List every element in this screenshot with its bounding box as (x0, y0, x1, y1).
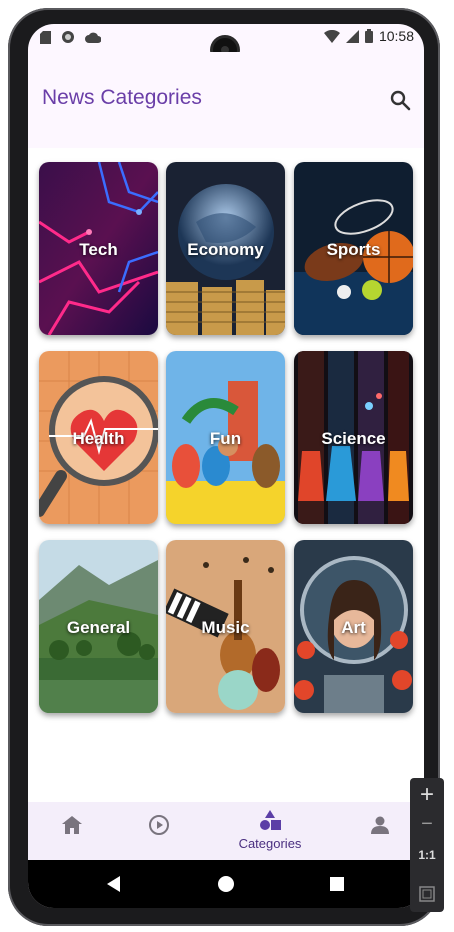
category-card-general[interactable]: General (39, 540, 158, 713)
record-icon (62, 31, 74, 43)
categories-icon (260, 810, 281, 830)
play-circle-icon (149, 815, 169, 835)
fit-screen-icon[interactable] (419, 886, 435, 902)
emulator-zoom-control: + − 1:1 (410, 778, 444, 912)
category-label: Fun (209, 429, 242, 448)
wifi-icon (323, 29, 340, 43)
zoom-in-button[interactable]: + (410, 782, 444, 808)
page-title: News Categories (42, 86, 202, 109)
status-time: 10:58 (378, 28, 414, 44)
category-label: Art (341, 618, 366, 637)
home-icon (62, 816, 82, 834)
category-label: Economy (187, 240, 264, 259)
person-icon (371, 816, 389, 834)
zoom-ratio-button[interactable]: 1:1 (410, 848, 444, 862)
nav-play[interactable] (129, 810, 189, 840)
app-screen: 10:58 News Categories Tech Economy Sport… (28, 24, 424, 908)
category-label: Sports (326, 240, 381, 259)
signal-icon (345, 29, 359, 43)
category-card-health[interactable]: Health (39, 351, 158, 524)
nav-categories-label: Categories (238, 836, 302, 851)
category-card-science[interactable]: Science (294, 351, 413, 524)
nav-home[interactable] (42, 810, 102, 838)
categories-grid: Tech Economy Sports Health Fun Science G… (28, 148, 424, 802)
category-card-tech[interactable]: Tech (39, 162, 158, 335)
system-navigation-bar (28, 860, 424, 908)
app-bar: News Categories (28, 52, 424, 148)
category-label: Science (321, 429, 386, 448)
category-label: Music (201, 618, 250, 637)
back-icon[interactable] (106, 876, 122, 892)
home-circle-icon[interactable] (218, 876, 234, 892)
bottom-navigation: Categories (28, 802, 424, 860)
category-card-fun[interactable]: Fun (166, 351, 285, 524)
zoom-out-button[interactable]: − (410, 812, 444, 836)
sd-card-icon (40, 30, 51, 44)
recents-icon[interactable] (330, 877, 344, 891)
nav-categories[interactable]: Categories (230, 810, 310, 851)
category-card-music[interactable]: Music (166, 540, 285, 713)
category-label: General (66, 618, 131, 637)
nav-profile[interactable] (350, 810, 410, 838)
category-label: Tech (79, 240, 118, 259)
category-card-art[interactable]: Art (294, 540, 413, 713)
search-icon[interactable] (388, 88, 412, 112)
category-label: Health (72, 429, 125, 448)
cloud-icon (85, 32, 101, 43)
category-card-economy[interactable]: Economy (166, 162, 285, 335)
category-card-sports[interactable]: Sports (294, 162, 413, 335)
battery-icon (364, 29, 373, 43)
